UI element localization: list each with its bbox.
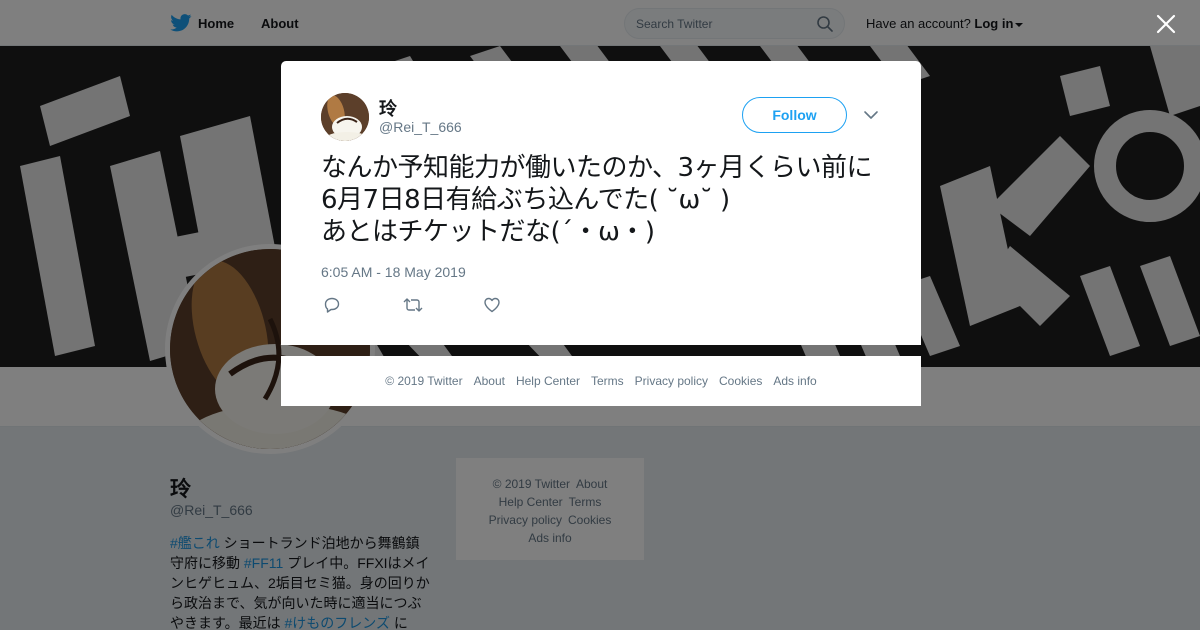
tweet-author-handle[interactable]: @Rei_T_666 bbox=[379, 119, 462, 135]
tweet-avatar[interactable] bbox=[321, 93, 369, 141]
reply-icon bbox=[324, 297, 340, 313]
footer-terms-link[interactable]: Terms bbox=[591, 374, 624, 388]
tweet-timestamp[interactable]: 6:05 AM - 18 May 2019 bbox=[321, 264, 466, 280]
chevron-down-icon[interactable] bbox=[863, 107, 879, 123]
reply-button[interactable] bbox=[323, 296, 403, 316]
footer-ads-link[interactable]: Ads info bbox=[773, 374, 816, 388]
modal-footer: © 2019 Twitter About Help Center Terms P… bbox=[281, 356, 921, 406]
tweet-author-name[interactable]: 玲 bbox=[379, 95, 397, 121]
retweet-icon bbox=[403, 298, 423, 312]
tweet-actions bbox=[323, 296, 563, 316]
like-button[interactable] bbox=[483, 296, 563, 316]
footer-about-link[interactable]: About bbox=[474, 374, 505, 388]
retweet-button[interactable] bbox=[403, 296, 483, 316]
avatar-image bbox=[321, 93, 369, 141]
follow-button[interactable]: Follow bbox=[742, 97, 847, 133]
footer-privacy-link[interactable]: Privacy policy bbox=[635, 374, 708, 388]
tweet-modal: 玲 @Rei_T_666 Follow なんか予知能力が働いたのか、3ヶ月くらい… bbox=[281, 61, 921, 345]
tweet-text: なんか予知能力が働いたのか、3ヶ月くらい前に6月7日8日有給ぶち込んでた( ˘ω… bbox=[321, 153, 873, 247]
close-icon[interactable] bbox=[1154, 12, 1178, 36]
footer-help-link[interactable]: Help Center bbox=[516, 374, 580, 388]
footer-cookies-link[interactable]: Cookies bbox=[719, 374, 762, 388]
footer-copyright: © 2019 Twitter bbox=[385, 374, 463, 388]
like-icon bbox=[484, 297, 500, 313]
